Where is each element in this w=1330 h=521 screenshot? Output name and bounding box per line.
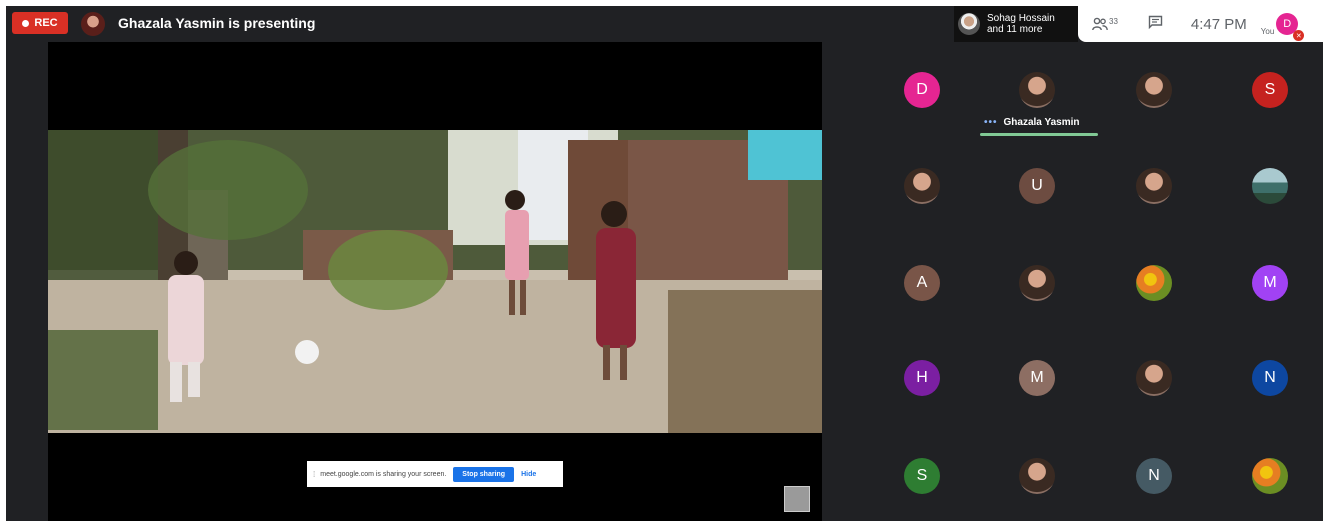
drag-handle-icon[interactable]: ⁞ bbox=[313, 470, 315, 479]
participant-tile[interactable]: M bbox=[1019, 360, 1055, 396]
stop-sharing-button[interactable]: Stop sharing bbox=[453, 466, 515, 482]
participant-tile[interactable] bbox=[1019, 265, 1055, 301]
participant-tile[interactable]: D bbox=[904, 72, 940, 108]
meet-window: REC Ghazala Yasmin is presenting Sohag H… bbox=[6, 6, 1323, 521]
clock: 4:47 PM bbox=[1190, 15, 1247, 33]
active-speaker-box[interactable]: Sohag Hossain and 11 more bbox=[954, 6, 1078, 42]
shared-screen-video bbox=[48, 130, 822, 433]
participant-name-label: ••• Ghazala Yasmin bbox=[984, 117, 1079, 128]
people-icon bbox=[1092, 17, 1108, 31]
participant-tile[interactable] bbox=[1019, 72, 1055, 108]
self-view-thumbnail[interactable] bbox=[784, 486, 810, 512]
participant-tile[interactable]: S bbox=[904, 458, 940, 494]
presenting-text: Ghazala Yasmin is presenting bbox=[118, 15, 316, 31]
presenter-avatar bbox=[81, 12, 105, 36]
record-dot-icon bbox=[22, 19, 30, 27]
participant-tile[interactable]: U bbox=[1019, 168, 1055, 204]
participant-tile[interactable]: M bbox=[1252, 265, 1288, 301]
participant-initial: M bbox=[1263, 274, 1277, 291]
participant-initial: A bbox=[916, 274, 928, 291]
participant-initial: H bbox=[916, 369, 928, 386]
speaker-name: Sohag Hossain bbox=[987, 13, 1055, 24]
share-message: meet.google.com is sharing your screen. bbox=[320, 470, 447, 478]
you-label: You bbox=[1260, 26, 1275, 36]
participant-tile[interactable] bbox=[1136, 168, 1172, 204]
participant-tile[interactable] bbox=[1019, 458, 1055, 494]
participant-initial: S bbox=[916, 467, 928, 484]
participant-initial: S bbox=[1264, 81, 1276, 98]
participant-tile[interactable]: N bbox=[1252, 360, 1288, 396]
participant-tile[interactable] bbox=[1136, 360, 1172, 396]
participant-tile[interactable]: A bbox=[904, 265, 940, 301]
recording-badge[interactable]: REC bbox=[12, 12, 68, 34]
rec-label: REC bbox=[34, 17, 58, 29]
mic-off-icon: ✕ bbox=[1293, 30, 1305, 41]
participant-initial: U bbox=[1031, 177, 1043, 194]
participant-initial: M bbox=[1030, 369, 1044, 386]
more-options-icon[interactable]: ••• bbox=[984, 117, 998, 128]
participant-tile[interactable]: N bbox=[1136, 458, 1172, 494]
participant-tile[interactable] bbox=[1136, 265, 1172, 301]
speaker-more: and 11 more bbox=[987, 24, 1043, 35]
active-speaker-indicator bbox=[980, 133, 1098, 136]
chat-icon bbox=[1148, 15, 1163, 29]
participant-tile[interactable] bbox=[1136, 72, 1172, 108]
participant-initial: N bbox=[1148, 467, 1160, 484]
participant-tile[interactable] bbox=[1252, 168, 1288, 204]
participant-tile[interactable]: S bbox=[1252, 72, 1288, 108]
participants-count: 33 bbox=[1109, 17, 1118, 26]
screen-share-banner: ⁞ meet.google.com is sharing your screen… bbox=[307, 461, 563, 487]
chat-button[interactable] bbox=[1148, 15, 1163, 34]
speaker-text: Sohag Hossain and 11 more bbox=[987, 13, 1055, 35]
participant-initial: N bbox=[1264, 369, 1276, 386]
participant-tile[interactable]: H bbox=[904, 360, 940, 396]
participants-button[interactable]: 33 bbox=[1092, 17, 1118, 31]
self-initial: D bbox=[1283, 18, 1292, 30]
participant-initial: D bbox=[916, 81, 928, 98]
top-right-controls: 33 4:47 PM You D ✕ bbox=[1078, 6, 1323, 42]
participant-name: Ghazala Yasmin bbox=[1003, 117, 1080, 128]
speaker-avatar bbox=[958, 13, 980, 35]
self-avatar[interactable]: D ✕ bbox=[1276, 13, 1305, 41]
participant-tile[interactable] bbox=[904, 168, 940, 204]
participant-tile[interactable] bbox=[1252, 458, 1288, 494]
hide-button[interactable]: Hide bbox=[521, 471, 536, 478]
